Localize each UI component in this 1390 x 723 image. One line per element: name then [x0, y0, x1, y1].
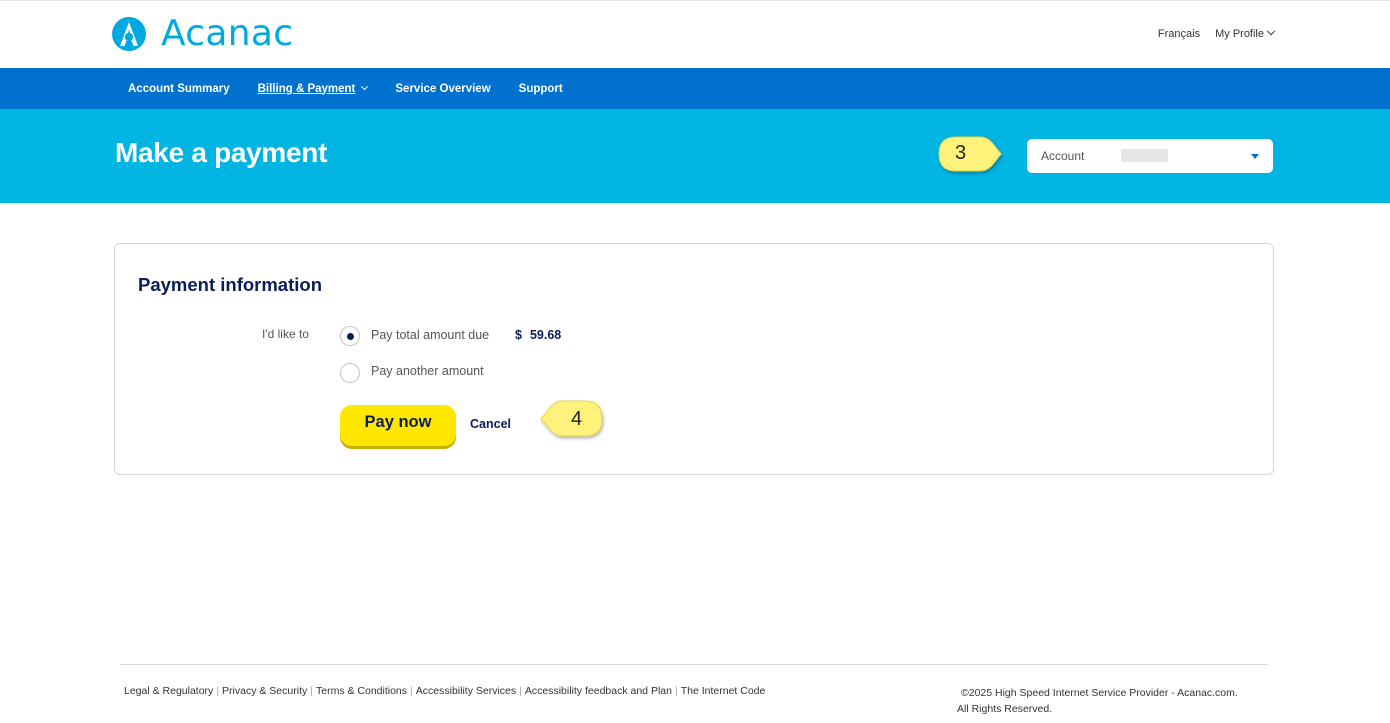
option-pay-another-label[interactable]: Pay another amount — [371, 364, 484, 378]
nav-account-summary[interactable]: Account Summary — [128, 83, 230, 95]
footer-separator: | — [519, 685, 522, 697]
payment-information-card: Payment information I'd like to Pay tota… — [114, 243, 1274, 475]
cancel-link[interactable]: Cancel — [470, 417, 511, 431]
nav-billing-payment[interactable]: Billing & Payment — [257, 82, 369, 95]
radio-pay-total[interactable] — [340, 326, 360, 346]
footer-separator: | — [674, 685, 678, 697]
step-number-3: 3 — [955, 142, 967, 164]
copyright-notice: ©2025 High Speed Internet Service Provid… — [957, 685, 1277, 717]
footer-link-internet-code[interactable]: The Internet Code — [681, 685, 766, 697]
acanac-logo-icon — [112, 17, 146, 51]
chevron-down-icon — [1266, 26, 1276, 36]
main-nav: Account Summary Billing & Payment Servic… — [0, 68, 1390, 109]
copyright-line-2: All Rights Reserved. — [957, 703, 1053, 715]
option-pay-total-label[interactable]: Pay total amount due — [371, 328, 489, 342]
radio-pay-another[interactable] — [340, 363, 360, 383]
nav-support[interactable]: Support — [519, 83, 563, 95]
footer-link-privacy[interactable]: Privacy & Security — [222, 685, 307, 697]
footer-divider — [120, 664, 1268, 665]
copyright-line-1: ©2025 High Speed Internet Service Provid… — [961, 687, 1238, 699]
my-profile-menu[interactable]: My Profile — [1215, 26, 1276, 40]
payment-option-prompt: I'd like to — [262, 327, 309, 341]
site-header: Acanac Français My Profile — [0, 0, 1390, 68]
chevron-down-icon — [361, 82, 369, 90]
brand-name: Acanac — [161, 13, 294, 54]
pay-now-button[interactable]: Pay now — [340, 405, 456, 446]
step-number-4: 4 — [571, 408, 583, 430]
account-select-label: Account — [1041, 149, 1085, 163]
footer-separator: | — [410, 685, 413, 697]
footer-link-accessibility-services[interactable]: Accessibility Services — [416, 685, 516, 697]
my-profile-label: My Profile — [1215, 28, 1264, 40]
acanac-logo[interactable]: Acanac — [112, 13, 294, 54]
footer-link-terms[interactable]: Terms & Conditions — [316, 685, 407, 697]
nav-billing-payment-label: Billing & Payment — [257, 82, 356, 95]
caret-down-icon — [1251, 154, 1259, 159]
page-hero: Make a payment Account — [0, 109, 1390, 203]
language-link[interactable]: Français — [1158, 28, 1200, 40]
footer-separator: | — [310, 685, 313, 697]
page-title: Make a payment — [115, 137, 328, 168]
amount-value: 59.68 — [529, 328, 562, 342]
account-select[interactable]: Account — [1027, 139, 1273, 173]
footer-links: Legal & Regulatory | Privacy & Security | … — [124, 685, 765, 697]
payment-information-heading: Payment information — [138, 274, 322, 295]
amount-due: $59.68 — [515, 328, 561, 342]
utility-links: Français My Profile — [1158, 26, 1276, 40]
step-callout-3 — [938, 136, 1002, 172]
account-number-redacted — [1121, 149, 1168, 162]
footer-link-accessibility-feedback[interactable]: Accessibility feedback and Plan — [525, 685, 672, 697]
nav-service-overview[interactable]: Service Overview — [395, 83, 490, 95]
amount-currency: $ — [515, 328, 522, 342]
footer-separator: | — [216, 685, 220, 697]
footer-link-legal[interactable]: Legal & Regulatory — [124, 685, 213, 697]
